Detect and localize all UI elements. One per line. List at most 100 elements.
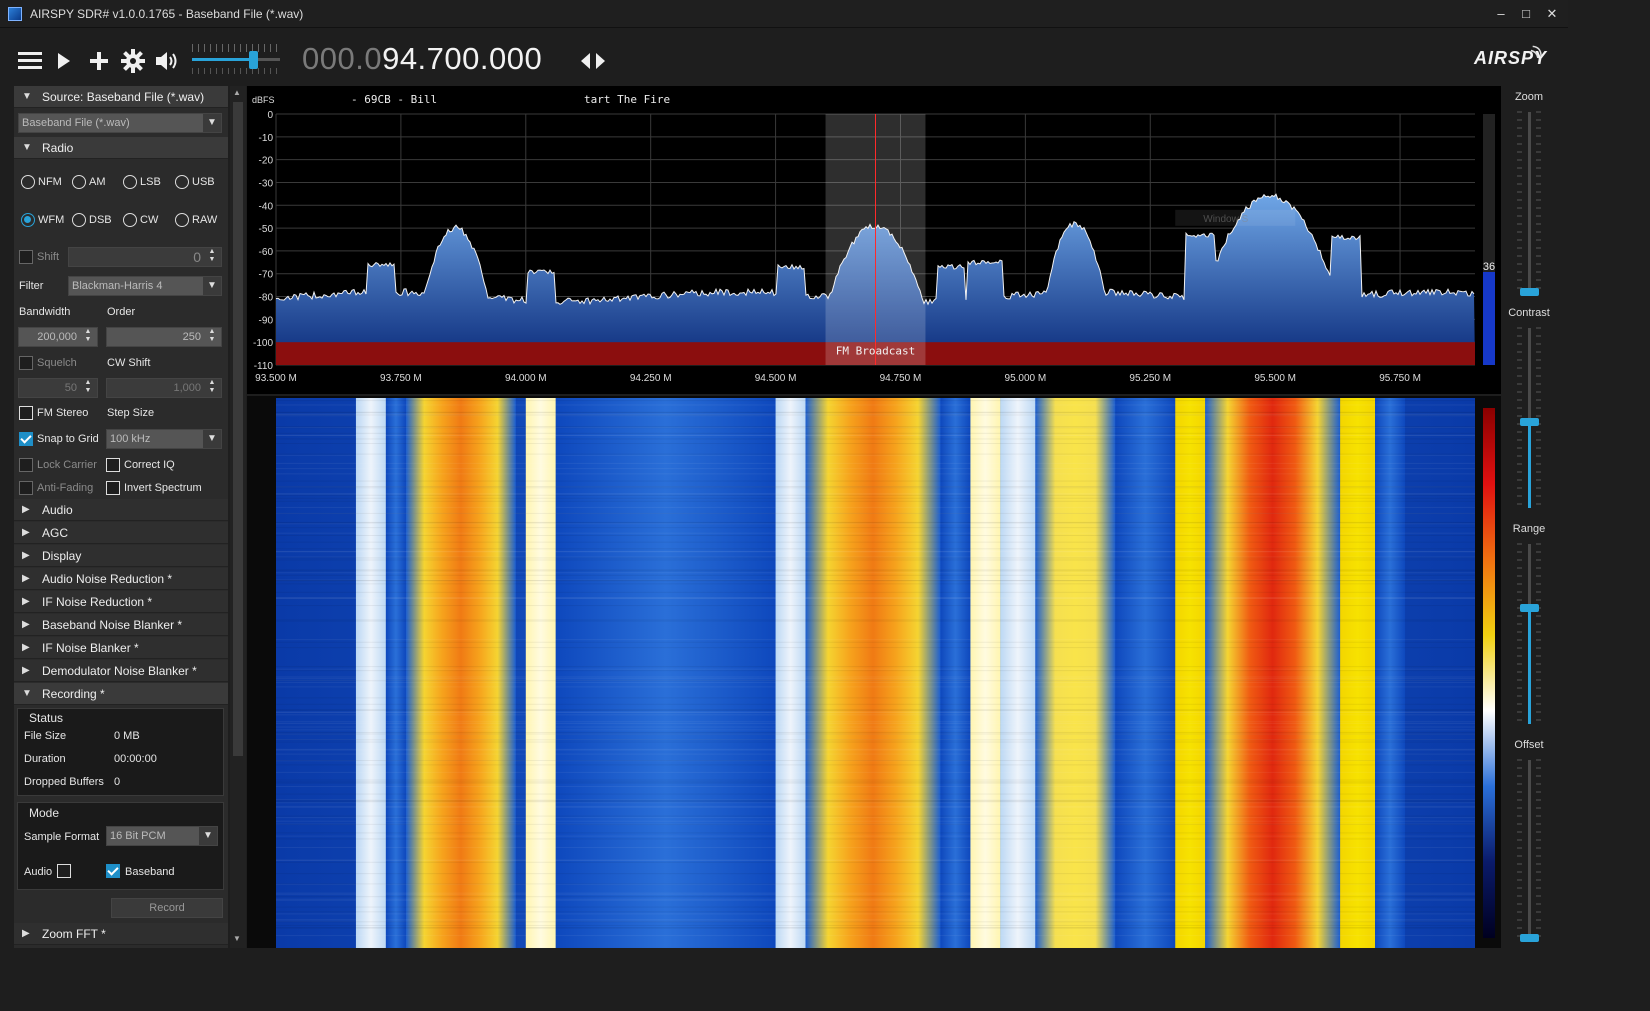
- squelch-input[interactable]: 50 ▲ ▼: [18, 378, 98, 398]
- spinner-arrows-icon[interactable]: ▲ ▼: [81, 379, 95, 397]
- waterfall-noise-line: [276, 760, 1475, 762]
- maximize-button[interactable]: □: [1515, 4, 1537, 24]
- zoom-fft-section-header[interactable]: ▶ Zoom FFT *: [14, 923, 228, 945]
- waterfall-noise-line: [276, 802, 1475, 804]
- chevron-down-icon[interactable]: ▼: [203, 114, 221, 132]
- minimize-button[interactable]: –: [1490, 4, 1512, 24]
- chevron-down-icon[interactable]: ▼: [203, 277, 221, 295]
- radio-lsb[interactable]: [123, 175, 137, 189]
- display-section-header[interactable]: ▶ Display: [14, 545, 228, 567]
- shift-input[interactable]: 0 ▲ ▼: [68, 247, 222, 267]
- spinner-arrows-icon[interactable]: ▲ ▼: [205, 379, 219, 397]
- offset-slider-thumb[interactable]: [1520, 934, 1539, 942]
- sample-format-combo[interactable]: 16 Bit PCM ▼: [106, 826, 218, 846]
- recording-section-header[interactable]: ▼ Recording *: [14, 683, 228, 705]
- y-tick-label: -80: [259, 293, 274, 304]
- spinner-arrows-icon[interactable]: ▲ ▼: [205, 248, 219, 266]
- radio-nfm[interactable]: [21, 175, 35, 189]
- source-combo[interactable]: Baseband File (*.wav) ▼: [18, 113, 222, 133]
- snap-to-grid-checkbox[interactable]: [19, 432, 33, 446]
- waterfall-noise-line: [276, 432, 1475, 434]
- volume-slider-thumb[interactable]: [249, 51, 258, 69]
- audio-section-header[interactable]: ▶ Audio: [14, 499, 228, 521]
- demodulator-noise-blanker-section-header[interactable]: ▶ Demodulator Noise Blanker *: [14, 660, 228, 682]
- spectrum-plot[interactable]: dBFS - 69CB - Bill tart The Fire 0 -10 -20 -30…: [247, 86, 1501, 394]
- close-button[interactable]: ✕: [1541, 4, 1563, 24]
- waterfall-noise-line: [276, 733, 1475, 735]
- invert-spectrum-checkbox[interactable]: [106, 481, 120, 495]
- waterfall-noise-line: [276, 591, 1475, 593]
- record-button[interactable]: Record: [111, 898, 223, 918]
- speaker-icon[interactable]: [154, 49, 180, 73]
- waterfall-noise-line: [276, 817, 1475, 819]
- waterfall-noise-line: [276, 580, 1475, 582]
- spinner-arrows-icon[interactable]: ▲ ▼: [205, 328, 219, 346]
- order-value: 250: [182, 331, 201, 343]
- chevron-down-icon[interactable]: ▼: [199, 827, 217, 845]
- sidebar-scrollbar[interactable]: ▲ ▼: [230, 86, 246, 948]
- gear-icon[interactable]: [121, 49, 145, 73]
- range-slider-thumb[interactable]: [1520, 604, 1539, 612]
- waterfall-noise-line: [276, 919, 1475, 921]
- radio-nfm-label: NFM: [38, 176, 62, 188]
- scrollbar-thumb[interactable]: [233, 102, 243, 756]
- lock-carrier-checkbox[interactable]: [19, 458, 33, 472]
- correct-iq-checkbox[interactable]: [106, 458, 120, 472]
- frequency-leading-digits[interactable]: 000.0: [302, 41, 382, 76]
- bandwidth-input[interactable]: 200,000 ▲ ▼: [18, 327, 98, 347]
- audio-noise-reduction-section-header[interactable]: ▶ Audio Noise Reduction *: [14, 568, 228, 590]
- spectrum-analyzer[interactable]: dBFS - 69CB - Bill tart The Fire 0 -10 -20 -30…: [247, 86, 1501, 394]
- waterfall-display[interactable]: [247, 396, 1501, 949]
- play-icon[interactable]: [56, 51, 72, 71]
- step-size-value: 100 kHz: [110, 433, 151, 445]
- radio-am[interactable]: [72, 175, 86, 189]
- frequency-digits[interactable]: 94.700.000: [382, 41, 542, 76]
- frequency-display[interactable]: 000.094.700.000: [302, 41, 542, 77]
- waterfall-noise-line: [276, 861, 1475, 863]
- fm-stereo-checkbox[interactable]: [19, 406, 33, 420]
- radio-raw[interactable]: [175, 213, 189, 227]
- filter-combo[interactable]: Blackman-Harris 4 ▼: [68, 276, 222, 296]
- agc-section-header[interactable]: ▶ AGC: [14, 522, 228, 544]
- radio-wfm[interactable]: [21, 213, 35, 227]
- filter-value: Blackman-Harris 4: [72, 280, 163, 292]
- radio-section-header[interactable]: ▼ Radio: [14, 137, 228, 159]
- section-label: Recording *: [42, 687, 105, 701]
- scroll-up-icon[interactable]: ▲: [233, 88, 241, 97]
- spinner-arrows-icon[interactable]: ▲ ▼: [81, 328, 95, 346]
- left-right-arrows-icon[interactable]: [580, 51, 606, 71]
- chevron-down-icon[interactable]: ▼: [203, 430, 221, 448]
- slider-tracks[interactable]: [1503, 86, 1561, 948]
- squelch-value: 50: [64, 382, 77, 394]
- cw-shift-value: 1,000: [173, 382, 201, 394]
- radio-cw[interactable]: [123, 213, 137, 227]
- radio-cw-label: CW: [140, 214, 159, 226]
- anti-fading-checkbox[interactable]: [19, 481, 33, 495]
- audio-record-checkbox[interactable]: [57, 864, 71, 878]
- order-input[interactable]: 250 ▲ ▼: [106, 327, 222, 347]
- plus-icon[interactable]: [89, 51, 109, 71]
- radio-dsb-label: DSB: [89, 214, 112, 226]
- waterfall-noise-line: [276, 741, 1475, 743]
- if-noise-blanker-section-header[interactable]: ▶ IF Noise Blanker *: [14, 637, 228, 659]
- if-noise-reduction-section-header[interactable]: ▶ IF Noise Reduction *: [14, 591, 228, 613]
- scroll-down-icon[interactable]: ▼: [233, 934, 241, 943]
- radio-dsb[interactable]: [72, 213, 86, 227]
- radio-usb[interactable]: [175, 175, 189, 189]
- source-section-header[interactable]: ▼ Source: Baseband File (*.wav): [14, 86, 228, 108]
- shift-checkbox[interactable]: [19, 250, 33, 264]
- step-size-combo[interactable]: 100 kHz ▼: [106, 429, 222, 449]
- zoom-slider-track[interactable]: [1528, 112, 1531, 292]
- expand-arrow-icon: ▶: [22, 573, 30, 584]
- hamburger-icon[interactable]: [18, 50, 42, 72]
- baseband-noise-blanker-section-header[interactable]: ▶ Baseband Noise Blanker *: [14, 614, 228, 636]
- zoom-slider-thumb[interactable]: [1520, 288, 1539, 296]
- waterfall-noise-line: [276, 835, 1475, 837]
- cw-shift-input[interactable]: 1,000 ▲ ▼: [106, 378, 222, 398]
- sample-format-value: 16 Bit PCM: [110, 830, 166, 842]
- waterfall-plot[interactable]: [247, 396, 1501, 949]
- offset-slider-track[interactable]: [1528, 760, 1531, 938]
- squelch-checkbox[interactable]: [19, 356, 33, 370]
- baseband-record-checkbox[interactable]: [106, 864, 120, 878]
- contrast-slider-thumb[interactable]: [1520, 418, 1539, 426]
